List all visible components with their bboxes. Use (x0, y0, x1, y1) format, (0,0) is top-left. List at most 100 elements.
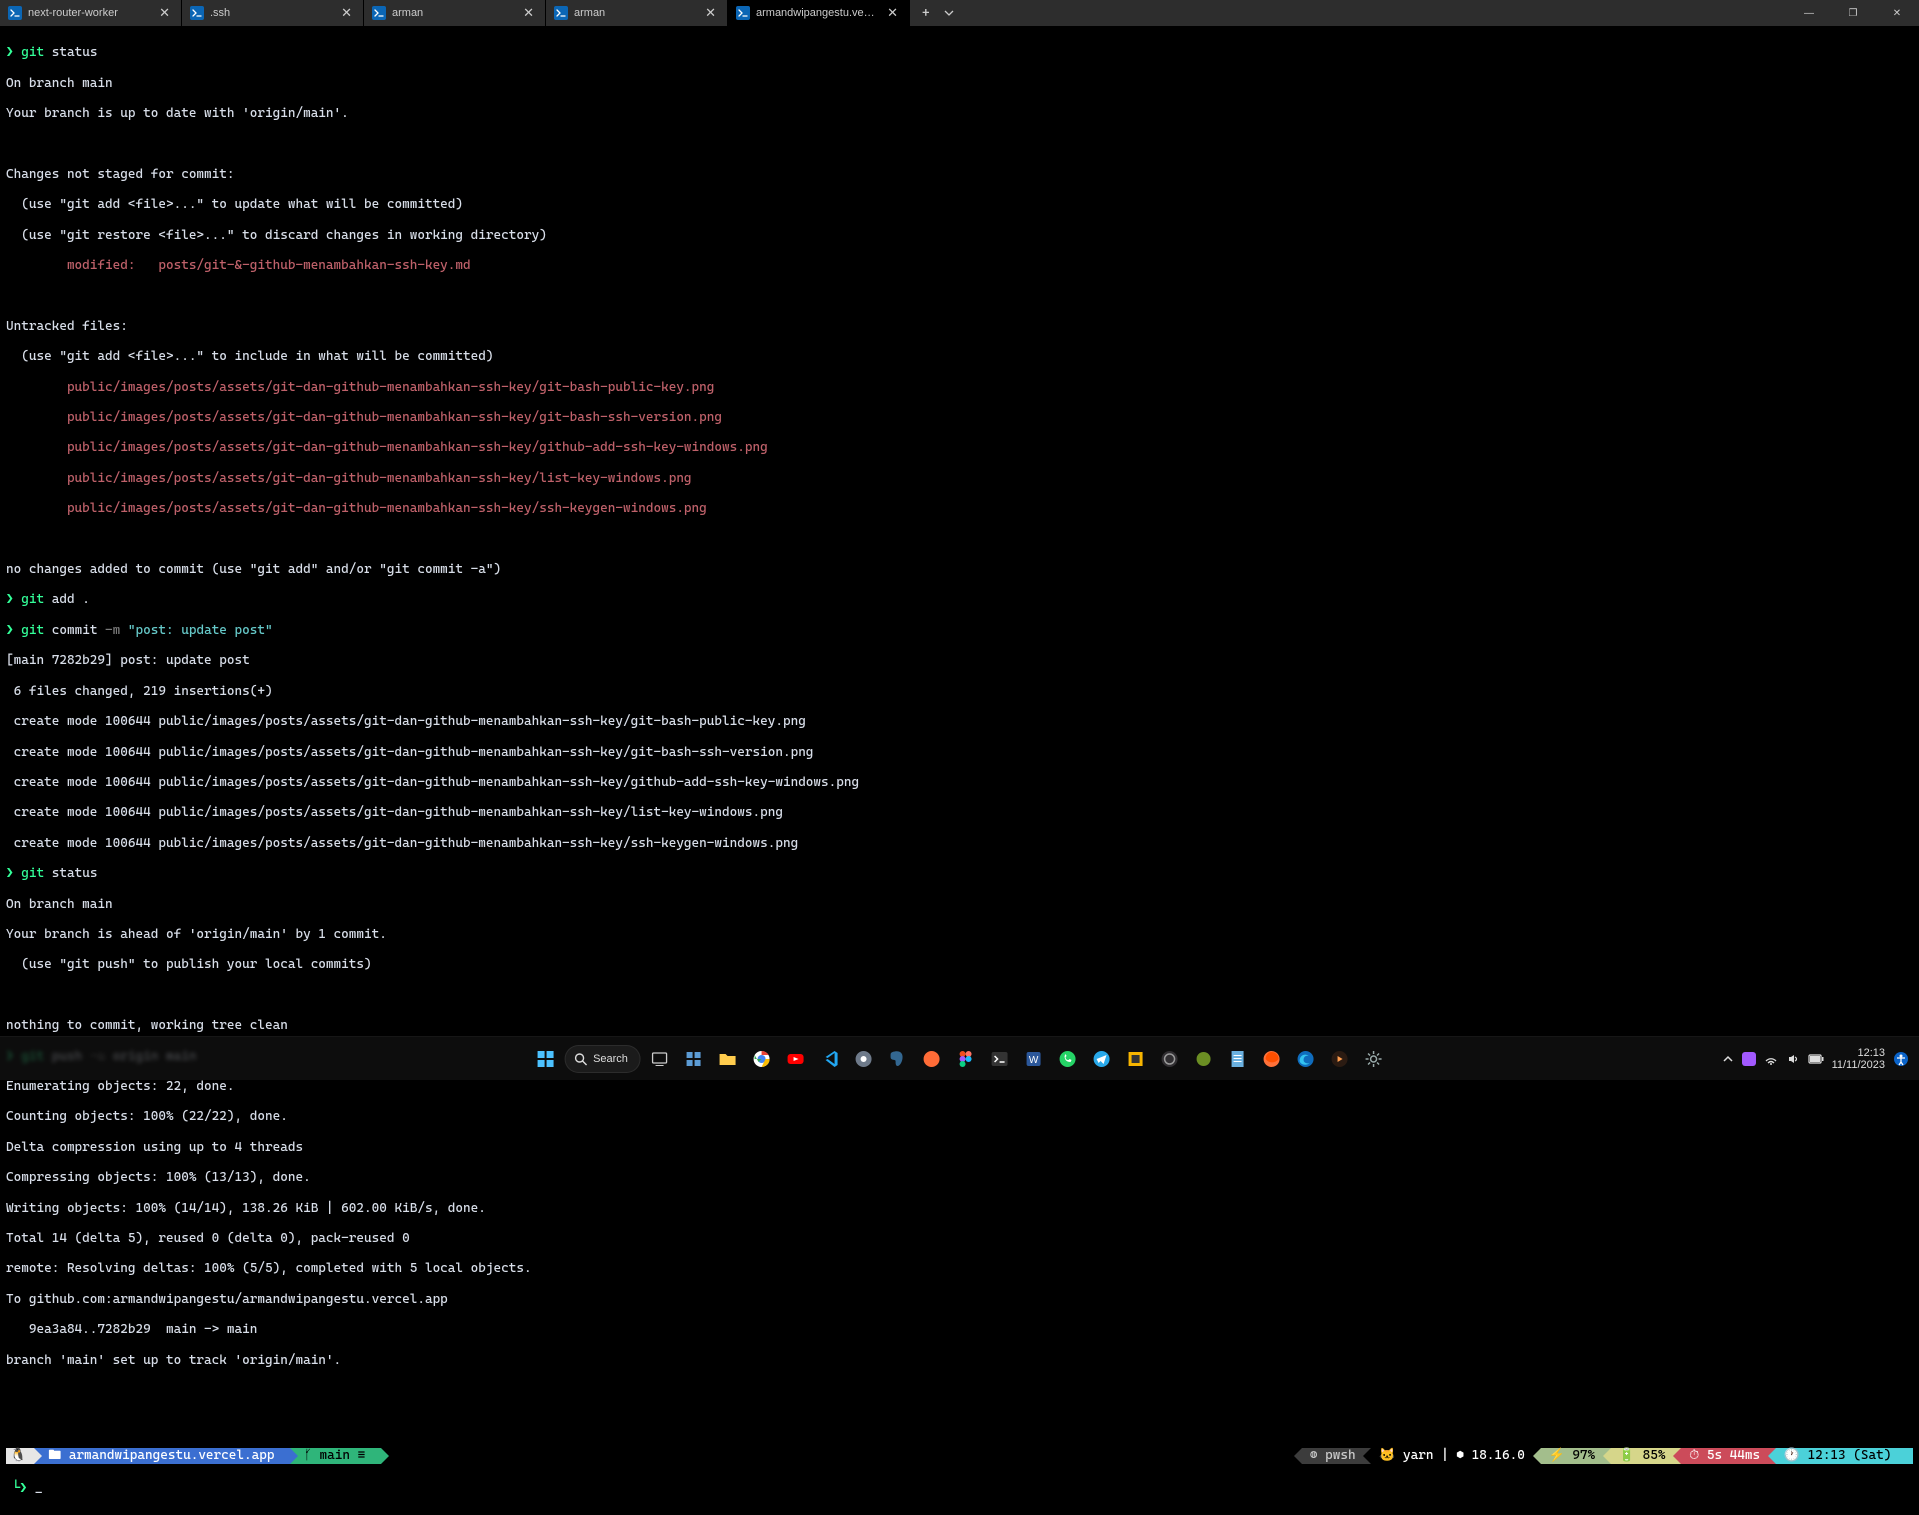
prompt-continuation: └❯ _ (6, 1481, 1913, 1496)
notepad-icon[interactable] (1223, 1044, 1253, 1074)
tab-close-icon[interactable]: ✕ (338, 5, 355, 21)
out: (use "git restore <file>..." to discard … (6, 228, 1913, 243)
vscode-icon[interactable] (815, 1044, 845, 1074)
obs-icon[interactable] (1155, 1044, 1185, 1074)
tab-arman-2[interactable]: arman ✕ (546, 0, 728, 26)
widgets-icon[interactable] (679, 1044, 709, 1074)
volume-icon[interactable] (1786, 1052, 1800, 1066)
out: create mode 100644 public/images/posts/a… (6, 714, 1913, 729)
out: [main 7282b29] post: update post (6, 653, 1913, 668)
wifi-icon[interactable] (1764, 1052, 1778, 1066)
tray-app-icon[interactable] (1742, 1052, 1756, 1066)
bat1: ⚡ 97% (1549, 1448, 1603, 1463)
tab-close-icon[interactable]: ✕ (156, 5, 173, 21)
path-segment: 🖿 armandwipangestu.vercel.app (34, 1448, 290, 1464)
taskbar-search[interactable]: Search (564, 1045, 641, 1073)
edge-icon[interactable] (1291, 1044, 1321, 1074)
blank (6, 136, 1913, 151)
tux-icon: 🐧 (10, 1448, 26, 1463)
maximize-button[interactable]: ❐ (1831, 8, 1875, 19)
out: 9ea3a84..7282b29 main -> main (6, 1322, 1913, 1337)
tab-arman-1[interactable]: arman ✕ (364, 0, 546, 26)
postman-icon[interactable] (917, 1044, 947, 1074)
out: remote: Resolving deltas: 100% (5/5), co… (6, 1261, 1913, 1276)
out: public/images/posts/assets/git-dan-githu… (6, 501, 1913, 516)
cmd: status (44, 866, 97, 881)
app-icon-1[interactable] (849, 1044, 879, 1074)
yarn-segment: 🐱 yarn | ⬢ 18.16.0 (1371, 1448, 1540, 1464)
out: Enumerating objects: 22, done. (6, 1079, 1913, 1094)
powershell-icon (372, 6, 386, 20)
git-word: git (21, 623, 44, 638)
out: public/images/posts/assets/git-dan-githu… (6, 380, 1913, 395)
taskbar-clock[interactable]: 12:13 11/11/2023 (1832, 1047, 1885, 1071)
prompt-icon: ❯ (6, 45, 14, 60)
branch: main ≡ (312, 1448, 373, 1463)
cursor: _ (35, 1481, 43, 1496)
tab-close-icon[interactable]: ✕ (702, 5, 719, 21)
explorer-icon[interactable] (713, 1044, 743, 1074)
tray-chevron-icon[interactable] (1722, 1053, 1734, 1065)
out: (use "git add <file>..." to include in w… (6, 349, 1913, 364)
telegram-icon[interactable] (1087, 1044, 1117, 1074)
out: nothing to commit, working tree clean (6, 1018, 1913, 1033)
search-label: Search (593, 1053, 628, 1065)
cmd: add . (44, 592, 90, 607)
settings-icon[interactable] (1359, 1044, 1389, 1074)
path: armandwipangestu.vercel.app (61, 1448, 282, 1463)
terminal-icon[interactable] (985, 1044, 1015, 1074)
os-segment: 🐧 (6, 1448, 34, 1464)
str: "post: update post" (120, 623, 272, 638)
out: modified: posts/git-&-github-menambahkan… (6, 258, 1913, 273)
accessibility-icon[interactable] (1893, 1051, 1909, 1067)
battery-icon[interactable] (1808, 1053, 1824, 1065)
youtube-icon[interactable] (781, 1044, 811, 1074)
start-button[interactable] (530, 1044, 560, 1074)
minimize-button[interactable]: — (1787, 8, 1831, 19)
out: Your branch is ahead of 'origin/main' by… (6, 927, 1913, 942)
taskbar: Search W 12:13 11/11/2023 (0, 1036, 1919, 1080)
out: Changes not staged for commit: (6, 167, 1913, 182)
clock: 🕐 12:13 (Sat) (1784, 1448, 1899, 1463)
branch-segment: ᚶ main ≡ (290, 1448, 381, 1464)
tab-ssh[interactable]: .ssh ✕ (182, 0, 364, 26)
tab-close-icon[interactable]: ✕ (520, 5, 537, 21)
cmd: status (44, 45, 97, 60)
git-word: git (21, 592, 44, 607)
chrome-icon[interactable] (747, 1044, 777, 1074)
whatsapp-icon[interactable] (1053, 1044, 1083, 1074)
out: On branch main (6, 76, 1913, 91)
tab-next-router-worker[interactable]: next-router-worker ✕ (0, 0, 182, 26)
shell-segment: ◍ pwsh (1302, 1448, 1371, 1464)
blank (6, 288, 1913, 303)
close-button[interactable]: ✕ (1875, 8, 1919, 19)
taskbar-right: 12:13 11/11/2023 (1722, 1047, 1919, 1071)
out: no changes added to commit (use "git add… (6, 562, 1913, 577)
new-tab-button[interactable]: + (918, 6, 934, 21)
out: create mode 100644 public/images/posts/a… (6, 775, 1913, 790)
tab-close-icon[interactable]: ✕ (884, 5, 901, 21)
out: Total 14 (delta 5), reused 0 (delta 0), … (6, 1231, 1913, 1246)
out: Counting objects: 100% (22/22), done. (6, 1109, 1913, 1124)
timing: ⏱ 5s 44ms (1689, 1448, 1768, 1463)
branch-icon: ᚶ (304, 1448, 312, 1463)
tab-vercel-app[interactable]: armandwipangestu.vercel.app ✕ (728, 0, 910, 26)
media-player-icon[interactable] (1325, 1044, 1355, 1074)
out: 6 files changed, 219 insertions(+) (6, 684, 1913, 699)
firefox-icon[interactable] (1257, 1044, 1287, 1074)
task-view-icon[interactable] (645, 1044, 675, 1074)
app-icon-3[interactable] (1189, 1044, 1219, 1074)
terminal-output[interactable]: ❯ git status On branch main Your branch … (0, 26, 1919, 1515)
out: public/images/posts/assets/git-dan-githu… (6, 471, 1913, 486)
figma-icon[interactable] (951, 1044, 981, 1074)
out: On branch main (6, 897, 1913, 912)
postgres-icon[interactable] (883, 1044, 913, 1074)
system-tray[interactable] (1742, 1052, 1824, 1066)
tab-dropdown-icon[interactable] (940, 8, 958, 18)
folder-icon: 🖿 (48, 1448, 61, 1463)
out: public/images/posts/assets/git-dan-githu… (6, 410, 1913, 425)
app-icon-2[interactable] (1121, 1044, 1151, 1074)
tab-label: armandwipangestu.vercel.app (756, 7, 878, 19)
word-icon[interactable]: W (1019, 1044, 1049, 1074)
prompt-icon: ❯ (6, 623, 14, 638)
